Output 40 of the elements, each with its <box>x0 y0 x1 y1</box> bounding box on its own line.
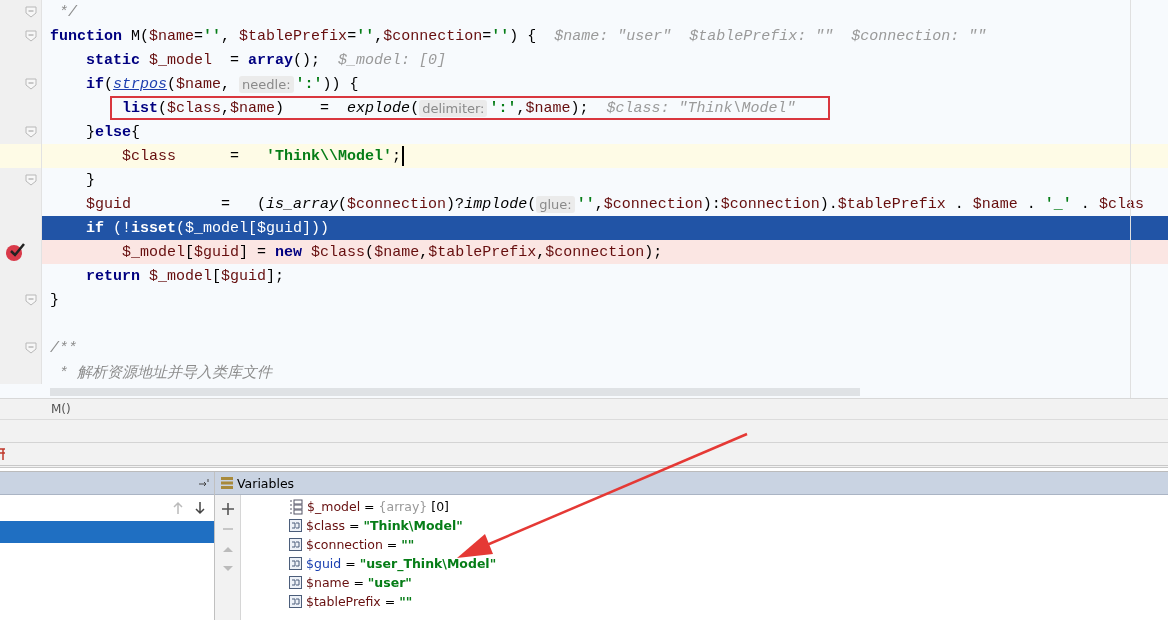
inline-value: $tablePrefix: "" <box>689 27 834 45</box>
variable-text: $name = "user" <box>306 575 412 590</box>
inline-value: $class: "Think\Model" <box>606 99 796 117</box>
variable-text: $guid = "user_Think\Model" <box>306 556 497 571</box>
parameter-hint: delimiter: <box>419 99 488 117</box>
code-text: $class = 'Think\\Model'; <box>121 147 402 165</box>
inline-value: $connection: "" <box>851 27 987 45</box>
parameter-hint: glue: <box>536 195 575 213</box>
variable-row[interactable]: $guid = "user_Think\Model" <box>289 554 497 573</box>
code-text: '',$connection):$connection).$tablePrefix . $name . '_' . $clas <box>576 195 1144 213</box>
inline-value: $_model: [0] <box>338 51 447 69</box>
parameter-hint: needle: <box>239 75 294 93</box>
breadcrumb[interactable]: M() <box>51 402 71 416</box>
code-text: static $_model = array(); <box>85 51 321 69</box>
variable-text: $tablePrefix = "" <box>306 594 413 609</box>
variable-text: $class = "Think\Model" <box>306 518 463 533</box>
variable-row[interactable]: $connection = "" <box>289 535 497 554</box>
code-text: } <box>50 291 59 309</box>
code-text: if(strpos($name, <box>85 75 232 93</box>
code-text: /** <box>50 339 77 357</box>
code-text: function M($name='', $tablePrefix='',$connection='') { <box>50 27 537 45</box>
code-text: ':',$name); <box>489 99 589 117</box>
code-text: $_model[$guid] = new $class($name,$tablePrefix,$connection); <box>121 243 663 261</box>
variable-row[interactable]: $tablePrefix = "" <box>289 592 497 611</box>
variable-row[interactable]: $name = "user" <box>289 573 497 592</box>
variable-text: $connection = "" <box>306 537 415 552</box>
inline-value: $name: "user" <box>554 27 672 45</box>
variable-row[interactable]: $class = "Think\Model" <box>289 516 497 535</box>
code-text: ':')) { <box>295 75 359 93</box>
code-text: }else{ <box>85 123 141 141</box>
code-text: if (!isset($_model[$guid])) <box>85 219 330 237</box>
variable-text: $_model = {array} [0] <box>307 499 449 514</box>
code-text: } <box>85 171 95 189</box>
code-text: list($class,$name) = explode( <box>121 99 420 117</box>
panel-title: Variables <box>237 475 295 491</box>
code-text: */ <box>58 3 77 21</box>
code-text: * 解析资源地址并导入类库文件 <box>58 363 272 382</box>
code-text: $guid = (is_array($connection)?implode( <box>85 195 537 213</box>
code-text: return $_model[$guid]; <box>85 267 285 285</box>
variable-row[interactable]: $_model = {array} [0] <box>289 497 497 516</box>
